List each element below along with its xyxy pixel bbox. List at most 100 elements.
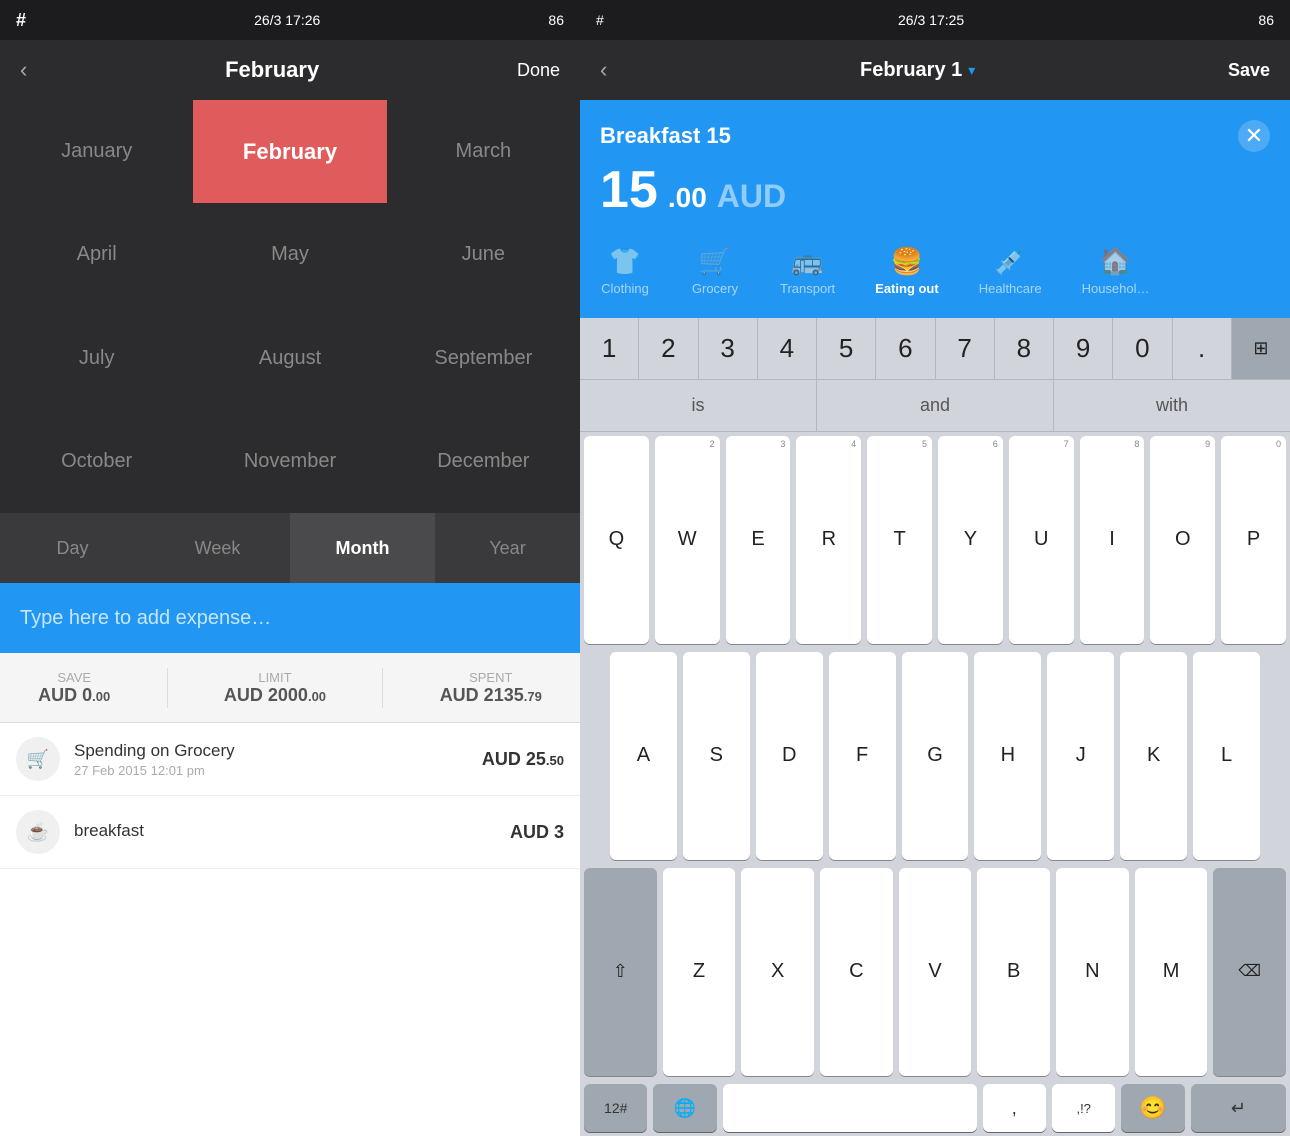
summary-spent-label: Spent [440,670,542,685]
key-d[interactable]: D [756,652,823,860]
key-v[interactable]: V [899,868,972,1076]
right-save-button[interactable]: Save [1228,60,1270,81]
month-cell-mar[interactable]: March [387,100,580,203]
add-expense-bar[interactable]: Type here to add expense… [0,583,580,653]
key-c[interactable]: C [820,868,893,1076]
key-s[interactable]: S [683,652,750,860]
month-cell-dec[interactable]: December [387,410,580,513]
right-title-group[interactable]: February 1 ▾ [860,59,975,82]
key-u[interactable]: 7U [1009,436,1074,644]
summary-bar: Save AUD 0.00 Limit AUD 2000.00 Spent AU… [0,653,580,723]
expense-title: Breakfast 15 [600,123,731,149]
key-l[interactable]: L [1193,652,1260,860]
numpad-key-5[interactable]: 5 [817,318,876,379]
key-p[interactable]: 0P [1221,436,1286,644]
right-status-bar: # 26/3 17:25 86 [580,0,1290,40]
category-item-grocery[interactable]: 🛒 Grocery [670,240,760,302]
numpad-key-6[interactable]: 6 [876,318,935,379]
numpad-key-dot[interactable]: . [1173,318,1232,379]
category-item-household[interactable]: 🏠 Househol… [1062,240,1170,302]
key-w[interactable]: 2W [655,436,720,644]
key-t[interactable]: 5T [867,436,932,644]
key-n[interactable]: N [1056,868,1129,1076]
numpad-key-8[interactable]: 8 [995,318,1054,379]
period-tab-week[interactable]: Week [145,513,290,583]
key-k[interactable]: K [1120,652,1187,860]
right-dropdown-arrow: ▾ [968,62,975,79]
month-cell-jan[interactable]: January [0,100,193,203]
enter-key[interactable]: ↵ [1191,1084,1286,1132]
key-y[interactable]: 6Y [938,436,1003,644]
shift-key[interactable]: ⇧ [584,868,657,1076]
key-i[interactable]: 8I [1080,436,1145,644]
numpad-key-1[interactable]: 1 [580,318,639,379]
period-tab-month[interactable]: Month [290,513,435,583]
category-item-clothing[interactable]: 👕 Clothing [580,240,670,302]
key-a[interactable]: A [610,652,677,860]
table-row[interactable]: 🛒 Spending on Grocery 27 Feb 2015 12:01 … [0,723,580,796]
space-key[interactable] [723,1084,977,1132]
month-cell-apr[interactable]: April [0,203,193,306]
numpad-key-4[interactable]: 4 [758,318,817,379]
close-button[interactable]: ✕ [1238,120,1270,152]
add-expense-placeholder: Type here to add expense… [20,607,271,630]
summary-spent-value: AUD 2135.79 [440,685,542,706]
month-cell-feb[interactable]: February [193,100,386,203]
expense-amount-breakfast: AUD 3 [510,822,564,843]
suggestion-is[interactable]: is [580,380,817,431]
month-cell-may[interactable]: May [193,203,386,306]
key-q[interactable]: Q [584,436,649,644]
key-g[interactable]: G [902,652,969,860]
numpad-key-3[interactable]: 3 [699,318,758,379]
key-j[interactable]: J [1047,652,1114,860]
suggestion-with[interactable]: with [1054,380,1290,431]
category-item-eating[interactable]: 🍔 Eating out [855,240,959,302]
key-row-2: A S D F G H J K L [580,648,1290,864]
expense-name-grocery: Spending on Grocery [74,741,482,761]
expense-amount-main: 15 [600,164,658,216]
period-tab-year[interactable]: Year [435,513,580,583]
numpad-key-7[interactable]: 7 [936,318,995,379]
key-r[interactable]: 4R [796,436,861,644]
expense-amount-decimal: .00 [668,182,707,214]
key-x[interactable]: X [741,868,814,1076]
month-cell-jul[interactable]: July [0,307,193,410]
emoji-key[interactable]: 😊 [1121,1084,1184,1132]
suggestion-and[interactable]: and [817,380,1054,431]
left-done-button[interactable]: Done [517,60,560,81]
punct-key[interactable]: ,!? [1052,1084,1115,1132]
globe-key[interactable]: 🌐 [653,1084,716,1132]
key-o[interactable]: 9O [1150,436,1215,644]
month-cell-jun[interactable]: June [387,203,580,306]
summary-save-value: AUD 0.00 [38,685,110,706]
numpad-key-action[interactable]: ⊞ [1232,318,1290,379]
key-e[interactable]: 3E [726,436,791,644]
comma-key[interactable]: , [983,1084,1046,1132]
right-panel: # 26/3 17:25 86 ‹ February 1 ▾ Save Brea… [580,0,1290,1136]
numpad-key-9[interactable]: 9 [1054,318,1113,379]
table-row[interactable]: ☕ breakfast AUD 3 [0,796,580,869]
right-back-button[interactable]: ‹ [600,57,607,83]
right-nav-title: February 1 [860,59,962,82]
category-item-healthcare[interactable]: 💉 Healthcare [959,240,1062,302]
left-back-button[interactable]: ‹ [20,57,27,83]
key-z[interactable]: Z [663,868,736,1076]
numpad-key-0[interactable]: 0 [1113,318,1172,379]
key-m[interactable]: M [1135,868,1208,1076]
key-row-1: Q 2W 3E 4R 5T 6Y 7U 8I 9O 0P [580,432,1290,648]
month-cell-aug[interactable]: August [193,307,386,410]
key-h[interactable]: H [974,652,1041,860]
numpad-key-2[interactable]: 2 [639,318,698,379]
category-item-transport[interactable]: 🚌 Transport [760,240,855,302]
month-cell-sep[interactable]: September [387,307,580,410]
key-b[interactable]: B [977,868,1050,1076]
summary-save-label: Save [38,670,110,685]
left-battery: 86 [548,12,564,28]
num-switch-key[interactable]: 12# [584,1084,647,1132]
backspace-key[interactable]: ⌫ [1213,868,1286,1076]
key-f[interactable]: F [829,652,896,860]
period-tab-day[interactable]: Day [0,513,145,583]
summary-save: Save AUD 0.00 [38,670,110,706]
month-cell-nov[interactable]: November [193,410,386,513]
month-cell-oct[interactable]: October [0,410,193,513]
